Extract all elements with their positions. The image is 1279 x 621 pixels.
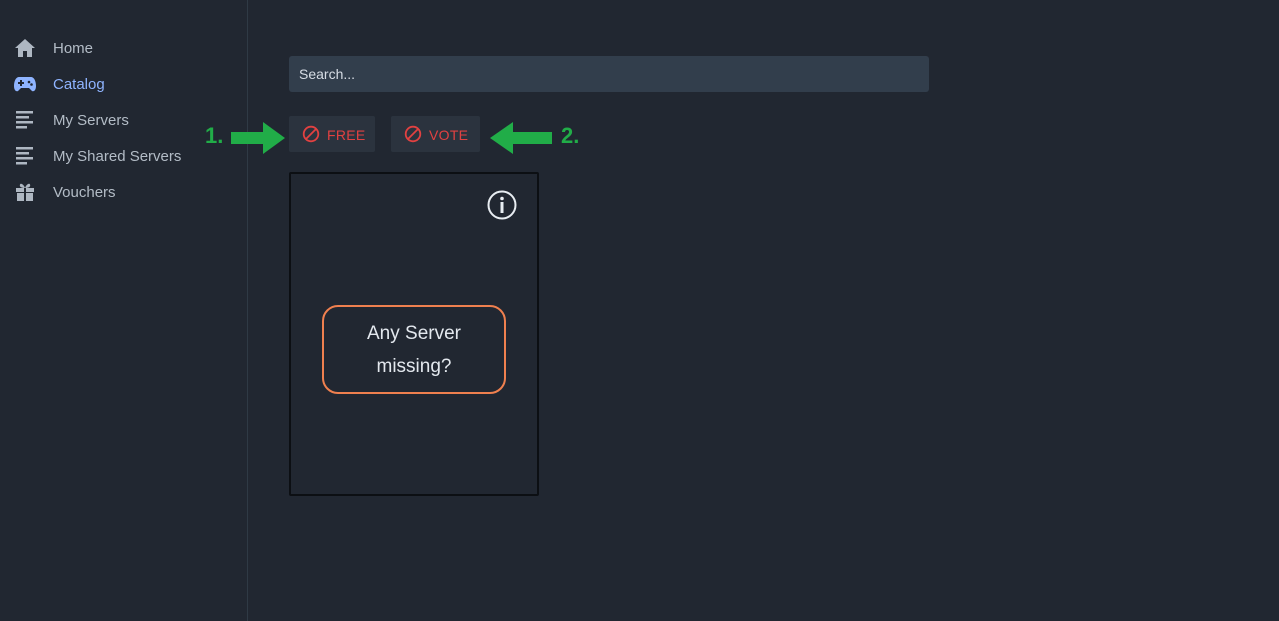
sidebar-item-my-shared-servers[interactable]: My Shared Servers <box>0 141 240 171</box>
sidebar: Home Catalog My Servers My Shared Server… <box>0 0 248 621</box>
sidebar-item-label: My Shared Servers <box>53 147 182 165</box>
server-card: Any Server missing? <box>289 172 539 496</box>
free-filter-label: FREE <box>327 127 366 143</box>
server-list-icon <box>13 144 37 168</box>
free-filter-button[interactable]: FREE <box>289 116 375 152</box>
ban-icon <box>302 125 320 143</box>
arrow-right-icon <box>231 122 285 154</box>
gamepad-icon <box>13 72 37 96</box>
arrow-left-icon <box>490 122 552 154</box>
sidebar-item-label: Home <box>53 39 94 57</box>
vote-filter-label: VOTE <box>429 127 469 143</box>
gift-icon <box>13 180 37 204</box>
server-list-icon <box>13 108 37 132</box>
annotation-label-1: 1. <box>205 123 224 148</box>
sidebar-item-label: My Servers <box>53 111 129 129</box>
sidebar-item-label: Catalog <box>53 75 105 93</box>
annotation-label-2: 2. <box>561 123 580 148</box>
ban-icon <box>404 125 422 143</box>
sidebar-item-catalog[interactable]: Catalog <box>0 69 240 99</box>
search-input[interactable] <box>289 56 929 92</box>
sidebar-item-vouchers[interactable]: Vouchers <box>0 177 240 207</box>
vote-filter-button[interactable]: VOTE <box>391 116 480 152</box>
home-icon <box>13 36 37 60</box>
sidebar-item-home[interactable]: Home <box>0 33 240 63</box>
any-server-missing-button[interactable]: Any Server missing? <box>322 305 506 394</box>
info-icon[interactable] <box>487 190 517 220</box>
sidebar-item-label: Vouchers <box>53 183 116 201</box>
sidebar-item-my-servers[interactable]: My Servers <box>0 105 240 135</box>
